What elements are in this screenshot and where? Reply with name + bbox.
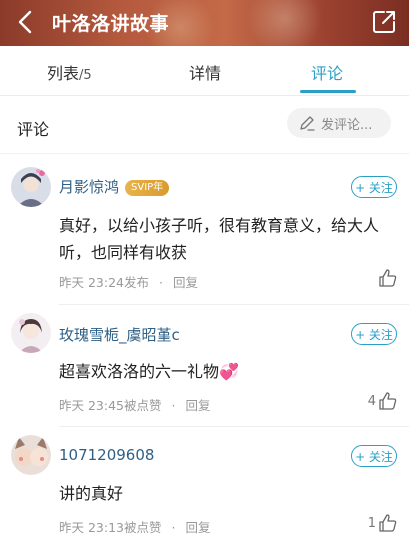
pencil-icon bbox=[300, 116, 315, 131]
comment-divider bbox=[59, 426, 409, 427]
comment-meta: 昨天 23:45被点赞 · 回复 bbox=[59, 395, 211, 414]
comment-meta: 昨天 23:13被点赞 · 回复 bbox=[59, 517, 211, 536]
comment-time: 昨天 23:13被点赞 bbox=[59, 520, 162, 535]
thumbs-up-icon bbox=[379, 392, 397, 410]
top-bar: 叶洛洛讲故事 bbox=[0, 0, 409, 46]
chevron-left-icon bbox=[18, 10, 32, 34]
comment-meta: 昨天 23:24发布 · 回复 bbox=[59, 272, 198, 291]
comment-text: 超喜欢洛洛的六一礼物💞 bbox=[59, 362, 239, 381]
reply-button[interactable]: 回复 bbox=[185, 398, 210, 413]
comment-text: 讲的真好 bbox=[59, 484, 124, 503]
avatar[interactable] bbox=[11, 167, 51, 207]
comments-heading: 评论 bbox=[17, 120, 50, 139]
reply-button[interactable]: 回复 bbox=[173, 275, 198, 290]
like-count: 1 bbox=[367, 515, 376, 531]
follow-button[interactable]: + 关注 bbox=[351, 445, 397, 467]
separator-dot: · bbox=[171, 520, 176, 535]
header-background-art bbox=[240, 0, 330, 46]
like-button[interactable] bbox=[376, 268, 398, 288]
avatar[interactable] bbox=[11, 313, 51, 353]
avatar[interactable] bbox=[11, 435, 51, 475]
tab-list[interactable]: 列表/5 bbox=[47, 60, 92, 84]
like-count: 4 bbox=[367, 393, 376, 409]
page-title: 叶洛洛讲故事 bbox=[52, 13, 170, 35]
write-comment-button[interactable]: 发评论... bbox=[287, 108, 391, 138]
comment-divider bbox=[59, 304, 409, 305]
like-button[interactable]: 1 bbox=[368, 513, 398, 533]
comment-time: 昨天 23:24发布 bbox=[59, 275, 149, 290]
reply-button[interactable]: 回复 bbox=[185, 520, 210, 535]
thumbs-up-icon bbox=[379, 514, 397, 532]
back-button[interactable] bbox=[10, 7, 40, 37]
tab-list-label: 列表 bbox=[47, 64, 80, 83]
share-button[interactable] bbox=[371, 9, 397, 35]
comment-time: 昨天 23:45被点赞 bbox=[59, 398, 162, 413]
separator-dot: · bbox=[171, 398, 176, 413]
thumbs-up-icon bbox=[379, 269, 397, 287]
username-text: 月影惊鸿 bbox=[59, 178, 120, 196]
tab-bar: 列表/5 详情 评论 bbox=[0, 46, 409, 96]
section-divider bbox=[0, 153, 409, 154]
separator-dot: · bbox=[159, 275, 163, 290]
comment-username[interactable]: 1071209608 bbox=[59, 446, 154, 464]
comment-text: 真好，以给小孩子听，很有教育意义，给大人听，也同样有收获 bbox=[59, 216, 380, 262]
follow-button[interactable]: + 关注 bbox=[351, 176, 397, 198]
like-button[interactable]: 4 bbox=[368, 391, 398, 411]
share-icon bbox=[373, 11, 395, 33]
svip-badge: SVIP年 bbox=[125, 180, 170, 196]
comment-username[interactable]: 月影惊鸿 SVIP年 bbox=[59, 176, 170, 197]
comment-username[interactable]: 玫瑰雪栀_虞昭堇c bbox=[59, 324, 180, 345]
tab-detail[interactable]: 详情 bbox=[189, 60, 221, 84]
active-tab-indicator bbox=[300, 90, 356, 93]
tab-comments[interactable]: 评论 bbox=[311, 60, 343, 84]
follow-button[interactable]: + 关注 bbox=[351, 323, 397, 345]
tab-list-count: /5 bbox=[79, 68, 92, 83]
write-comment-label: 发评论... bbox=[321, 117, 373, 133]
